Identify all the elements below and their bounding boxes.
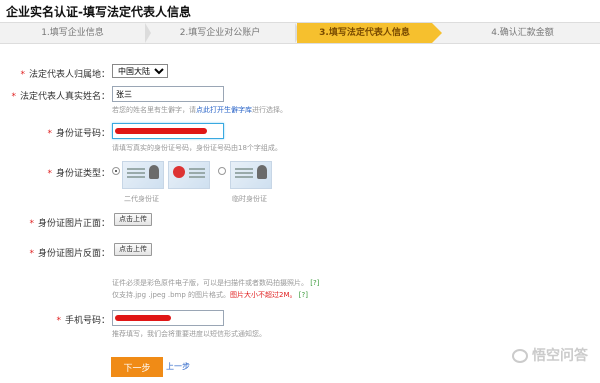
phone-label-text: 手机号码：	[64, 316, 110, 326]
name-label: * 法定代表人真实姓名：	[11, 89, 110, 102]
chat-bubble-icon	[512, 349, 528, 363]
idtype-label: * 身份证类型：	[47, 166, 110, 179]
step-4-label: 4.确认汇款金额	[491, 28, 554, 38]
idnumber-hint: 请填写真实的身份证号码，身份证号码由18个字组成。	[112, 144, 282, 152]
country-select[interactable]: 中国大陆	[112, 64, 168, 78]
phone-input[interactable]	[112, 310, 224, 326]
step-4: 4.确认汇款金额	[445, 23, 600, 43]
upload-hint-text: 证件必须是彩色原件电子版，可以是扫描件或者数码拍摄照片。	[112, 279, 308, 287]
upload-size-limit: 图片大小不超过2M。	[230, 291, 297, 299]
country-label-text: 法定代表人归属地：	[28, 70, 110, 80]
next-step-button[interactable]: 下一步	[111, 357, 163, 377]
step-2: 2.填写企业对公账户	[145, 23, 301, 43]
name-field	[112, 86, 224, 102]
country-field: 中国大陆	[112, 64, 168, 78]
page-title: 企业实名认证-填写法定代表人信息	[6, 5, 191, 19]
front-label-text: 身份证图片正面：	[37, 219, 110, 229]
help-tag[interactable]: [?]	[310, 279, 319, 287]
idnumber-input[interactable]	[112, 123, 224, 139]
temporary-caption: 临时身份证	[232, 195, 267, 203]
upload-back-button[interactable]: 点击上传	[114, 243, 152, 256]
row-idtype: * 身份证类型： 二代身份证 临时身份证	[0, 161, 600, 203]
step-3-active: 3.填写法定代表人信息	[297, 23, 442, 43]
upload-hint-line2: 仅支持.jpg .jpeg .bmp 的图片格式。图片大小不超过2M。 [?]	[112, 290, 308, 300]
required-mark: *	[20, 70, 25, 80]
upload-front-button[interactable]: 点击上传	[114, 213, 152, 226]
idnumber-label-text: 身份证号码：	[55, 129, 110, 139]
name-label-text: 法定代表人真实姓名：	[19, 92, 110, 102]
second-gen-caption: 二代身份证	[124, 195, 159, 203]
back-label: * 身份证图片反面：	[29, 246, 110, 259]
help-tag[interactable]: [?]	[299, 291, 308, 299]
prev-step-link[interactable]: 上一步	[166, 361, 190, 372]
required-mark: *	[47, 169, 52, 179]
step-2-label: 2.填写企业对公账户	[179, 28, 261, 38]
required-mark: *	[29, 249, 34, 259]
step-separator	[432, 23, 442, 43]
upload-format-text: 仅支持.jpg .jpeg .bmp 的图片格式。	[112, 291, 231, 299]
step-1: 1.填写企业信息	[0, 23, 151, 43]
name-hint-text: 若您的姓名里有生僻字，请	[112, 106, 196, 114]
country-label: * 法定代表人归属地：	[20, 67, 110, 80]
required-mark: *	[47, 129, 52, 139]
idnumber-label: * 身份证号码：	[47, 126, 110, 139]
row-country: * 法定代表人归属地： 中国大陆	[0, 64, 600, 86]
idtype-radio-second-gen[interactable]	[112, 167, 120, 175]
step-1-label: 1.填写企业信息	[41, 28, 104, 38]
phone-label: * 手机号码：	[56, 313, 110, 326]
card-text-lines	[189, 168, 205, 170]
idnumber-field	[112, 123, 224, 139]
row-name: * 法定代表人真实姓名：	[0, 86, 600, 108]
id-card-back-image	[168, 161, 210, 189]
front-label: * 身份证图片正面：	[29, 216, 110, 229]
idtype-label-text: 身份证类型：	[55, 169, 110, 179]
idtype-radio-temporary[interactable]	[218, 167, 226, 175]
row-phone: * 手机号码：	[0, 310, 600, 332]
rare-char-link[interactable]: 点此打开生僻字库	[196, 106, 252, 114]
required-mark: *	[29, 219, 34, 229]
card-text-lines	[235, 168, 253, 170]
upload-hint-line1: 证件必须是彩色原件电子版，可以是扫描件或者数码拍摄照片。 [?]	[112, 278, 319, 288]
national-emblem	[173, 166, 185, 178]
watermark-text: 悟空问答	[532, 348, 588, 364]
redaction-mark	[115, 315, 171, 321]
row-back-upload: * 身份证图片反面： 点击上传	[0, 243, 600, 265]
redaction-mark	[115, 128, 207, 134]
row-front-upload: * 身份证图片正面： 点击上传	[0, 213, 600, 235]
temp-id-card-image	[230, 161, 272, 189]
row-idnumber: * 身份证号码：	[0, 123, 600, 145]
name-hint-suffix: 进行选择。	[252, 106, 287, 114]
id-card-front-image	[122, 161, 164, 189]
name-input[interactable]	[112, 86, 224, 102]
progress-steps: 1.填写企业信息 2.填写企业对公账户 3.填写法定代表人信息 4.确认汇款金额	[0, 22, 600, 44]
watermark: 悟空问答	[512, 345, 588, 365]
required-mark: *	[56, 316, 61, 326]
card-photo	[257, 165, 267, 179]
phone-hint: 推荐填写，我们会将重要进度以短信形式通知您。	[112, 330, 266, 338]
phone-field	[112, 310, 224, 326]
back-label-text: 身份证图片反面：	[37, 249, 110, 259]
name-hint: 若您的姓名里有生僻字，请点此打开生僻字库进行选择。	[112, 105, 287, 115]
step-3-label: 3.填写法定代表人信息	[319, 28, 410, 38]
card-photo	[149, 165, 159, 179]
card-text-lines	[127, 168, 145, 170]
required-mark: *	[11, 92, 16, 102]
